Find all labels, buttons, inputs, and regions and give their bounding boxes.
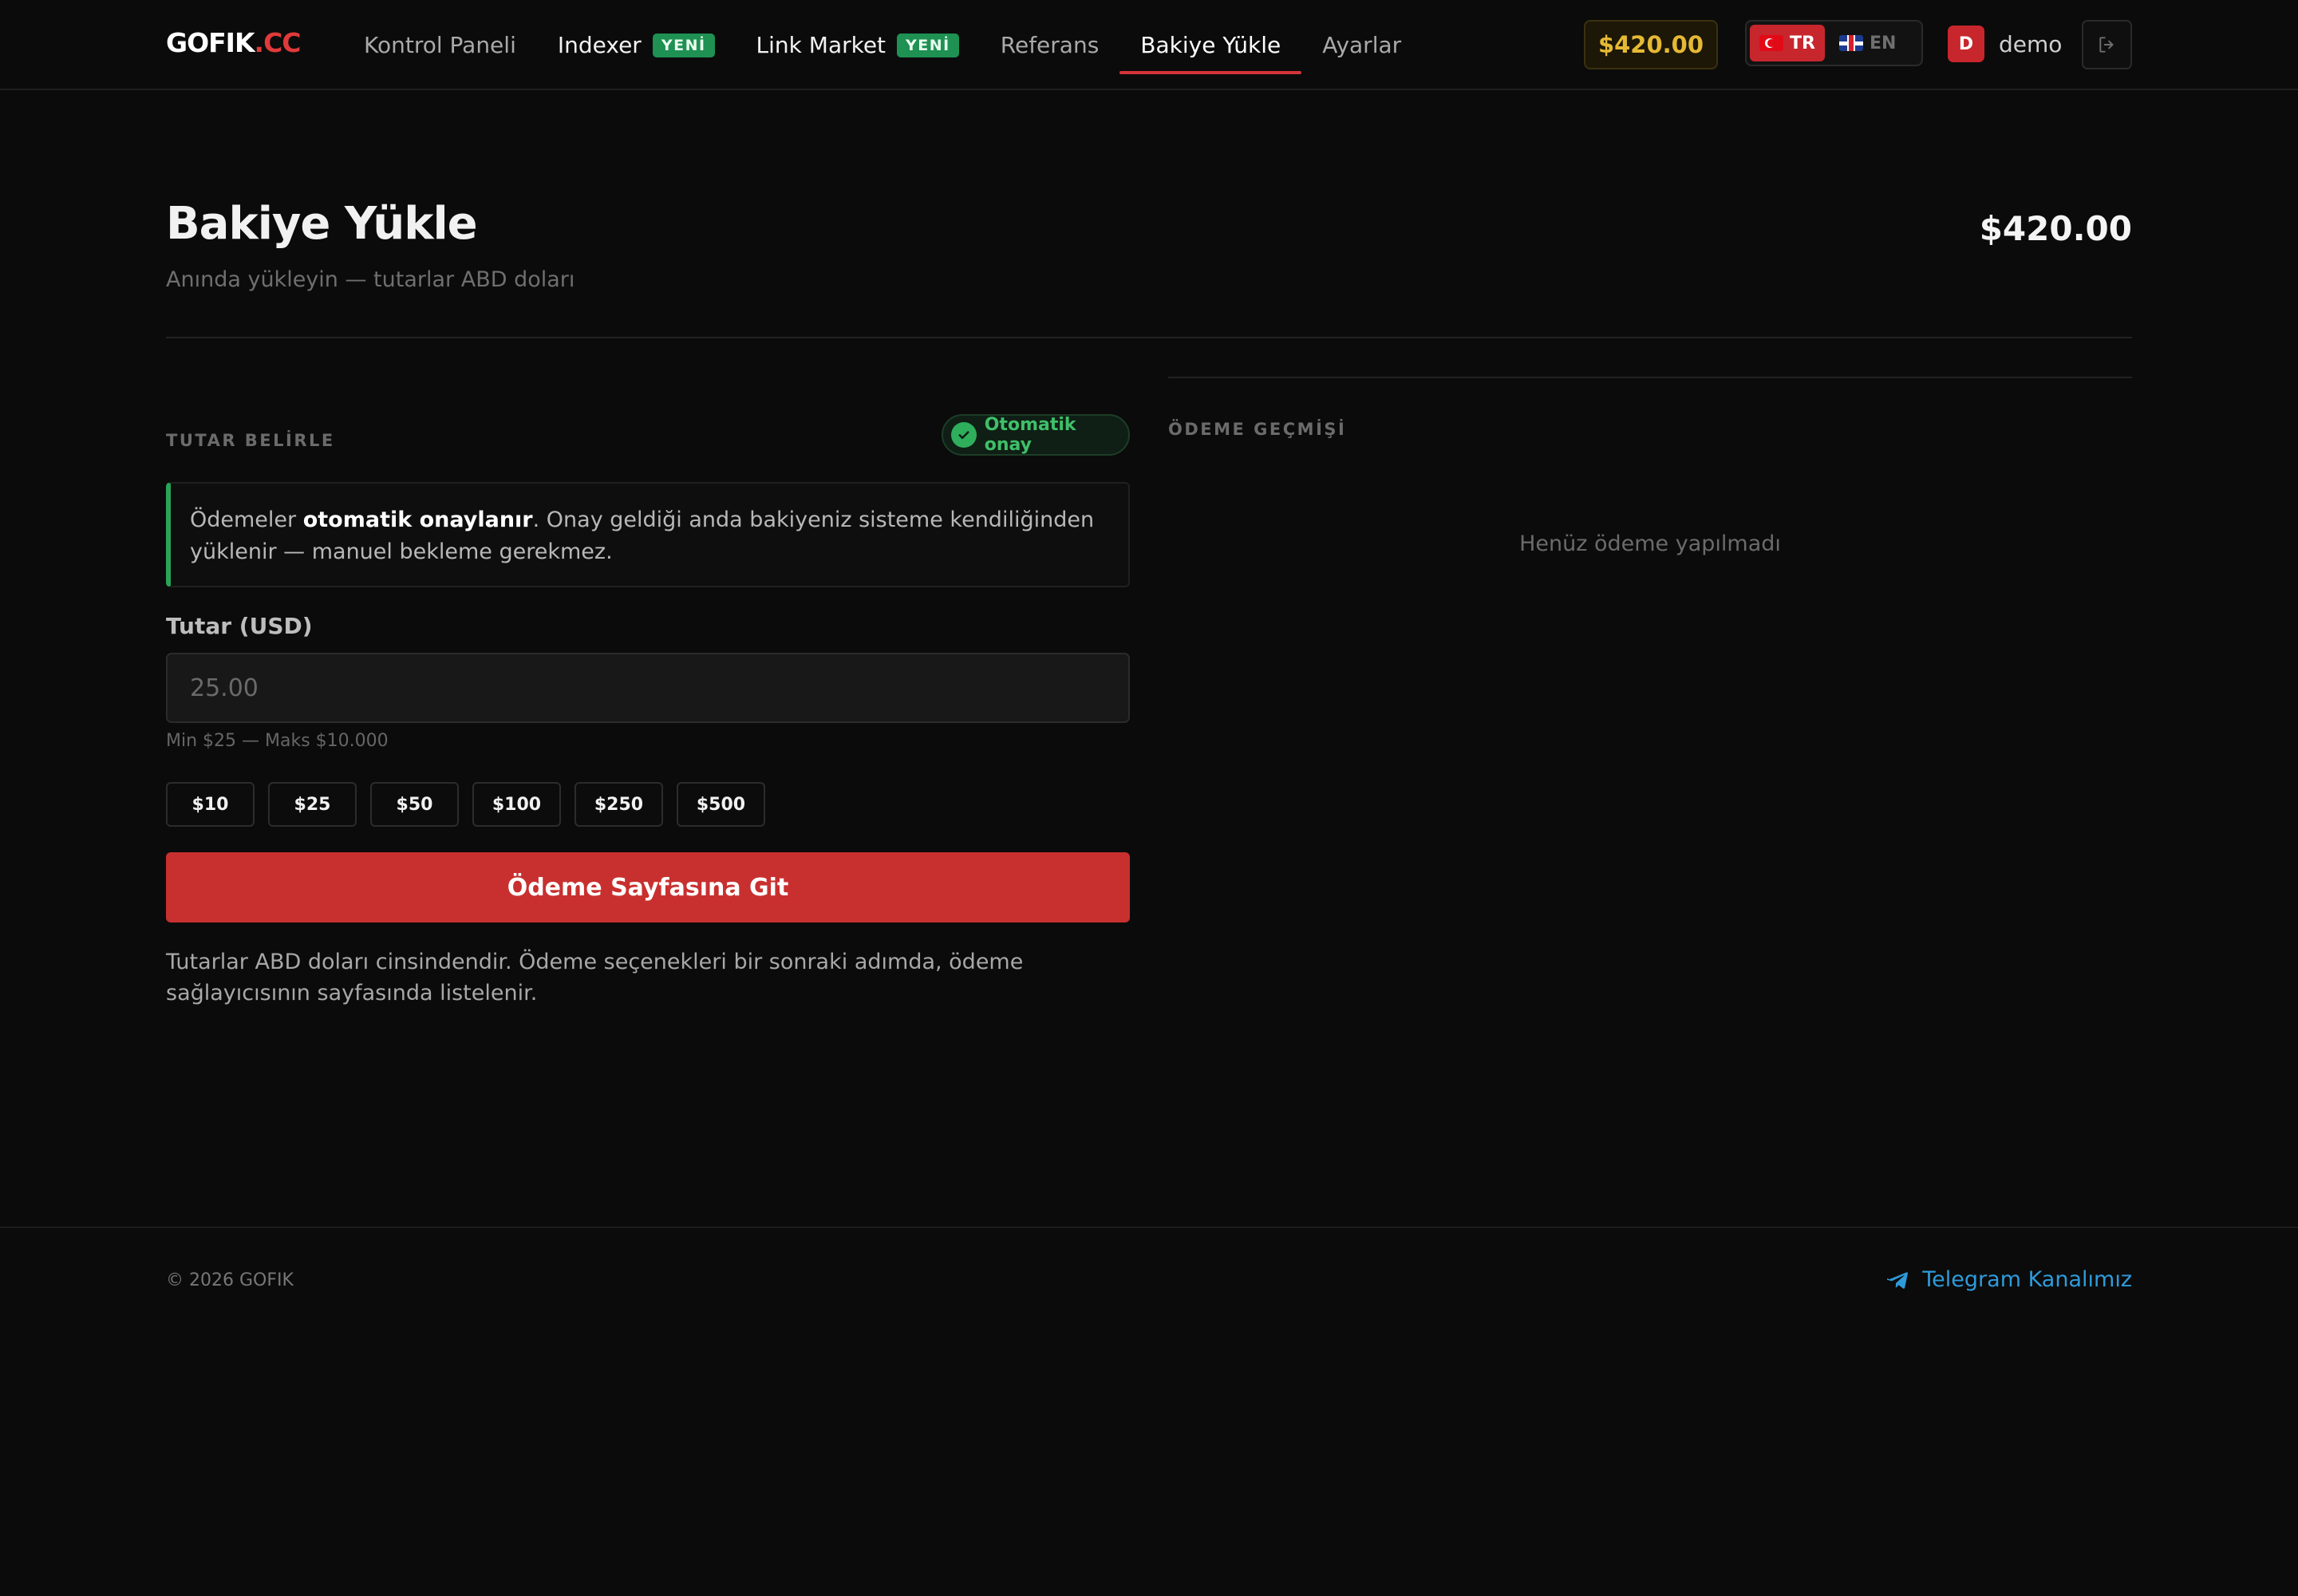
nav-item-label: Ayarlar bbox=[1322, 32, 1402, 58]
auto-approval-badge: Otomatik onay bbox=[942, 414, 1130, 456]
brand-logo[interactable]: GOFIK.CC bbox=[166, 24, 302, 62]
page-title: Bakiye Yükle bbox=[166, 198, 478, 250]
page-subtitle: Anında yükleyin — tutarlar ABD doları bbox=[166, 267, 575, 292]
quick-amount-button[interactable]: $25 bbox=[268, 782, 357, 827]
divider bbox=[1168, 377, 2132, 378]
brand-suffix: .CC bbox=[254, 27, 302, 58]
quick-amount-button[interactable]: $250 bbox=[574, 782, 663, 827]
copyright: © 2026 GOFIK bbox=[166, 1270, 294, 1290]
quick-amount-group: $10 $25 $50 $100 $250 $500 bbox=[166, 782, 765, 827]
quick-amount-button[interactable]: $50 bbox=[370, 782, 459, 827]
info-text-bold: otomatik onaylanır bbox=[302, 508, 533, 532]
nav-item-label: Referans bbox=[1000, 32, 1100, 58]
divider bbox=[0, 1227, 2298, 1228]
info-text-start: Ödemeler bbox=[190, 508, 303, 532]
new-badge: YENİ bbox=[652, 33, 715, 57]
currency-note: Tutarlar ABD doları cinsindendir. Ödeme … bbox=[166, 950, 1024, 1005]
telegram-icon bbox=[1887, 1271, 1909, 1289]
balance-pill[interactable]: $420.00 bbox=[1584, 20, 1718, 69]
logout-button[interactable] bbox=[2082, 20, 2132, 69]
amount-limits: Min $25 — Maks $10.000 bbox=[166, 731, 389, 751]
amount-input[interactable] bbox=[166, 653, 1130, 723]
language-switcher: TR EN bbox=[1745, 20, 1923, 66]
amount-label: Tutar (USD) bbox=[166, 613, 313, 639]
quick-amount-button[interactable]: $500 bbox=[677, 782, 765, 827]
current-balance: $420.00 bbox=[1979, 209, 2132, 248]
logout-icon bbox=[2099, 37, 2113, 53]
nav-item-label: Kontrol Paneli bbox=[364, 32, 516, 58]
go-to-payment-button[interactable]: Ödeme Sayfasına Git bbox=[166, 852, 1130, 922]
nav-item-bakiye-yukle[interactable]: Bakiye Yükle bbox=[1119, 0, 1302, 90]
uk-flag-icon bbox=[1838, 35, 1863, 51]
language-code: TR bbox=[1790, 33, 1815, 53]
auto-approval-info: Ödemeler otomatik onaylanır. Onay geldiğ… bbox=[166, 482, 1130, 587]
check-icon bbox=[951, 422, 977, 448]
nav-item-label: Bakiye Yükle bbox=[1140, 32, 1281, 58]
telegram-label: Telegram Kanalımız bbox=[1922, 1267, 2132, 1292]
section-label-amount: TUTAR BELİRLE bbox=[166, 431, 335, 450]
new-badge: YENİ bbox=[897, 33, 959, 57]
main-nav: Kontrol Paneli Indexer YENİ Link Market … bbox=[343, 0, 1422, 90]
nav-item-indexer[interactable]: Indexer YENİ bbox=[537, 0, 736, 90]
avatar: D bbox=[1948, 26, 1984, 62]
nav-item-label: Indexer bbox=[557, 32, 642, 58]
nav-item-link-market[interactable]: Link Market YENİ bbox=[736, 0, 980, 90]
brand-name: GOFIK bbox=[166, 27, 255, 58]
nav-item-label: Link Market bbox=[756, 32, 886, 58]
user-menu[interactable]: D demo bbox=[1948, 26, 2062, 62]
section-label-history: ÖDEME GEÇMİŞİ bbox=[1168, 420, 1347, 439]
divider bbox=[166, 337, 2132, 338]
telegram-channel-link[interactable]: Telegram Kanalımız bbox=[1887, 1267, 2132, 1292]
top-navigation-bar: GOFIK.CC Kontrol Paneli Indexer YENİ Lin… bbox=[0, 0, 2298, 90]
language-option-tr[interactable]: TR bbox=[1750, 25, 1825, 61]
username: demo bbox=[1999, 30, 2063, 57]
empty-history-message: Henüz ödeme yapılmadı bbox=[1519, 531, 1781, 556]
quick-amount-button[interactable]: $10 bbox=[166, 782, 255, 827]
nav-item-referans[interactable]: Referans bbox=[980, 0, 1120, 90]
language-code: EN bbox=[1869, 33, 1897, 53]
language-option-en[interactable]: EN bbox=[1830, 25, 1905, 61]
nav-item-kontrol-paneli[interactable]: Kontrol Paneli bbox=[343, 0, 537, 90]
auto-approval-label: Otomatik onay bbox=[984, 415, 1076, 455]
nav-item-ayarlar[interactable]: Ayarlar bbox=[1301, 0, 1422, 90]
quick-amount-button[interactable]: $100 bbox=[472, 782, 561, 827]
turkey-flag-icon bbox=[1759, 35, 1783, 51]
